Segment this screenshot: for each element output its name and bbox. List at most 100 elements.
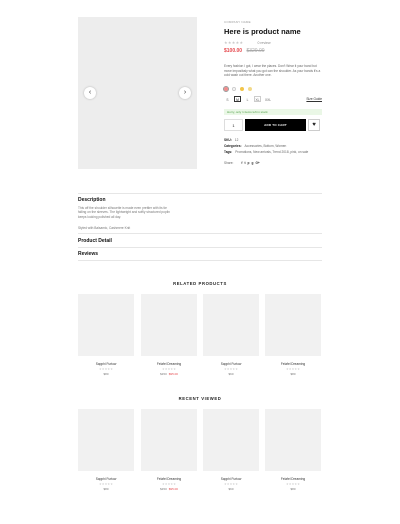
- product-card-price-regular: $80: [103, 487, 109, 491]
- chevron-right-icon: ›: [183, 89, 187, 96]
- sku-label: SKU:: [224, 137, 232, 142]
- product-card-name[interactable]: Sapphi Furtow: [203, 477, 259, 481]
- product-card[interactable]: Sapphi Furtow ★★★★★ $60: [203, 294, 259, 376]
- product-card-image[interactable]: [265, 409, 321, 471]
- share-icon[interactable]: G+: [255, 161, 259, 165]
- product-card-name[interactable]: Sapphi Furtow: [78, 477, 134, 481]
- gallery-next-button[interactable]: ›: [179, 87, 191, 99]
- product-card-stars: ★★★★★: [285, 367, 301, 371]
- tags-value[interactable]: Promotions, New arrivals, Trend 2018, pi…: [235, 150, 308, 154]
- color-swatch[interactable]: [240, 86, 244, 91]
- share-label: Share:: [224, 160, 234, 165]
- related-title: RELATED PRODUCTS: [173, 281, 227, 286]
- price-current: $100.00: [224, 48, 243, 54]
- product-card-price-regular: $150: [160, 372, 167, 376]
- product-info: COMPANY NAME Here is product name ★★★★★ …: [222, 20, 322, 165]
- rating-stars: ★★★★★: [224, 40, 244, 45]
- description-note: Styled with Balsamic, Cashmere Knit: [78, 226, 131, 230]
- product-card-name[interactable]: Felafel Dreaming: [141, 477, 197, 481]
- heart-icon: ♥: [312, 121, 316, 128]
- product-card-price: $150 $95.00: [141, 372, 197, 376]
- product-card-name[interactable]: Felafel Dreaming: [141, 362, 197, 366]
- product-card-price-regular: $80: [290, 372, 296, 376]
- product-card-name[interactable]: Felafel Dreaming: [265, 362, 321, 366]
- product-card[interactable]: Sapphi Furtow ★★★★★ $60: [203, 409, 259, 491]
- product-card-price: $60: [203, 487, 259, 491]
- review-count[interactable]: 0 review: [257, 41, 270, 45]
- product-card-image[interactable]: [203, 294, 259, 356]
- product-card-price: $150 $95.00: [141, 487, 197, 491]
- short-description: Every fashion I got, I wear the places. …: [224, 64, 321, 77]
- size-option-m[interactable]: M: [234, 95, 241, 102]
- product-card-price-regular: $60: [228, 372, 234, 376]
- product-card-price: $60: [203, 372, 259, 376]
- product-card-image[interactable]: [265, 294, 321, 356]
- product-card-stars: ★★★★★: [223, 482, 239, 486]
- product-card[interactable]: Sapphi Furtow ★★★★★ $80: [78, 294, 134, 376]
- categories-value[interactable]: Accessories, Bottom, Women: [245, 144, 287, 148]
- product-card-image[interactable]: [78, 409, 134, 471]
- color-swatch[interactable]: [222, 84, 230, 93]
- product-card[interactable]: Felafel Dreaming ★★★★★ $150 $95.00: [141, 409, 197, 491]
- share-icon[interactable]: f: [241, 161, 242, 165]
- product-card-image[interactable]: [78, 294, 134, 356]
- product-title: Here is product name: [224, 27, 301, 36]
- share-icon[interactable]: p: [248, 161, 250, 165]
- product-card-price: $80: [78, 487, 134, 491]
- share-icon[interactable]: g: [251, 161, 253, 165]
- product-card-stars: ★★★★★: [223, 367, 239, 371]
- product-card-stars: ★★★★★: [161, 482, 177, 486]
- product-card-price-regular: $60: [228, 487, 234, 491]
- product-card-stars: ★★★★★: [285, 482, 301, 486]
- tab-product-detail[interactable]: Product Detail: [78, 238, 112, 244]
- product-card-price: $80: [78, 372, 134, 376]
- product-card-price: $80: [265, 372, 321, 376]
- add-to-cart-button[interactable]: ADD TO CART: [245, 118, 306, 131]
- recent-title: RECENT VIEWED: [178, 396, 222, 401]
- tab-description[interactable]: Description: [78, 197, 106, 203]
- product-card[interactable]: Felafel Dreaming ★★★★★ $80: [265, 294, 321, 376]
- product-card-price-sale: $95.00: [168, 487, 178, 491]
- product-card-name[interactable]: Sapphi Furtow: [78, 362, 134, 366]
- color-swatch[interactable]: [248, 86, 252, 91]
- product-card-stars: ★★★★★: [98, 367, 114, 371]
- product-card-stars: ★★★★★: [98, 482, 114, 486]
- tags-label: Tags:: [224, 149, 233, 154]
- product-gallery: ‹ ›: [78, 17, 197, 169]
- product-card-price-sale: $95.00: [168, 372, 178, 376]
- product-card-name[interactable]: Sapphi Furtow: [203, 362, 259, 366]
- product-card-price-regular: $80: [103, 372, 109, 376]
- size-guide-link[interactable]: Size Guide: [306, 97, 322, 101]
- size-option-xl[interactable]: XL: [254, 95, 261, 102]
- rating-row: ★★★★★ 0 review: [224, 40, 322, 45]
- product-card-image[interactable]: [141, 409, 197, 471]
- size-option-xxl[interactable]: XXL: [264, 96, 271, 102]
- company-name: COMPANY NAME: [224, 20, 251, 24]
- product-card-stars: ★★★★★: [161, 367, 177, 371]
- product-card[interactable]: Felafel Dreaming ★★★★★ $80: [265, 409, 321, 491]
- product-card-image[interactable]: [203, 409, 259, 471]
- product-card-price: $80: [265, 487, 321, 491]
- size-options: S M L XL XXL Size Guide: [224, 95, 322, 102]
- product-card-price-regular: $80: [290, 487, 296, 491]
- stock-notice: Hurry, only 1 items left in stock: [224, 108, 322, 115]
- wishlist-button[interactable]: ♥: [308, 118, 320, 131]
- size-option-l[interactable]: L: [244, 96, 251, 102]
- product-meta: SKU: 12 Categories: Accessories, Bottom, W…: [224, 137, 322, 155]
- share-icon[interactable]: t: [244, 161, 245, 165]
- product-card-image[interactable]: [141, 294, 197, 356]
- tab-reviews[interactable]: Reviews: [78, 251, 98, 257]
- quantity-stepper[interactable]: 1: [224, 118, 243, 131]
- gallery-prev-button[interactable]: ‹: [84, 87, 96, 99]
- size-option-s[interactable]: S: [224, 96, 231, 102]
- product-card-name[interactable]: Felafel Dreaming: [265, 477, 321, 481]
- color-swatches: [222, 84, 322, 93]
- product-card[interactable]: Felafel Dreaming ★★★★★ $150 $95.00: [141, 294, 197, 376]
- share-row: Share: f t p g G+: [224, 161, 322, 165]
- description-text: This off the shoulder silhouette is made…: [78, 206, 170, 219]
- divider: [78, 233, 322, 234]
- color-swatch[interactable]: [232, 86, 236, 91]
- sku-value: 12: [234, 137, 239, 142]
- product-card[interactable]: Sapphi Furtow ★★★★★ $80: [78, 409, 134, 491]
- product-card-price-regular: $150: [160, 487, 167, 491]
